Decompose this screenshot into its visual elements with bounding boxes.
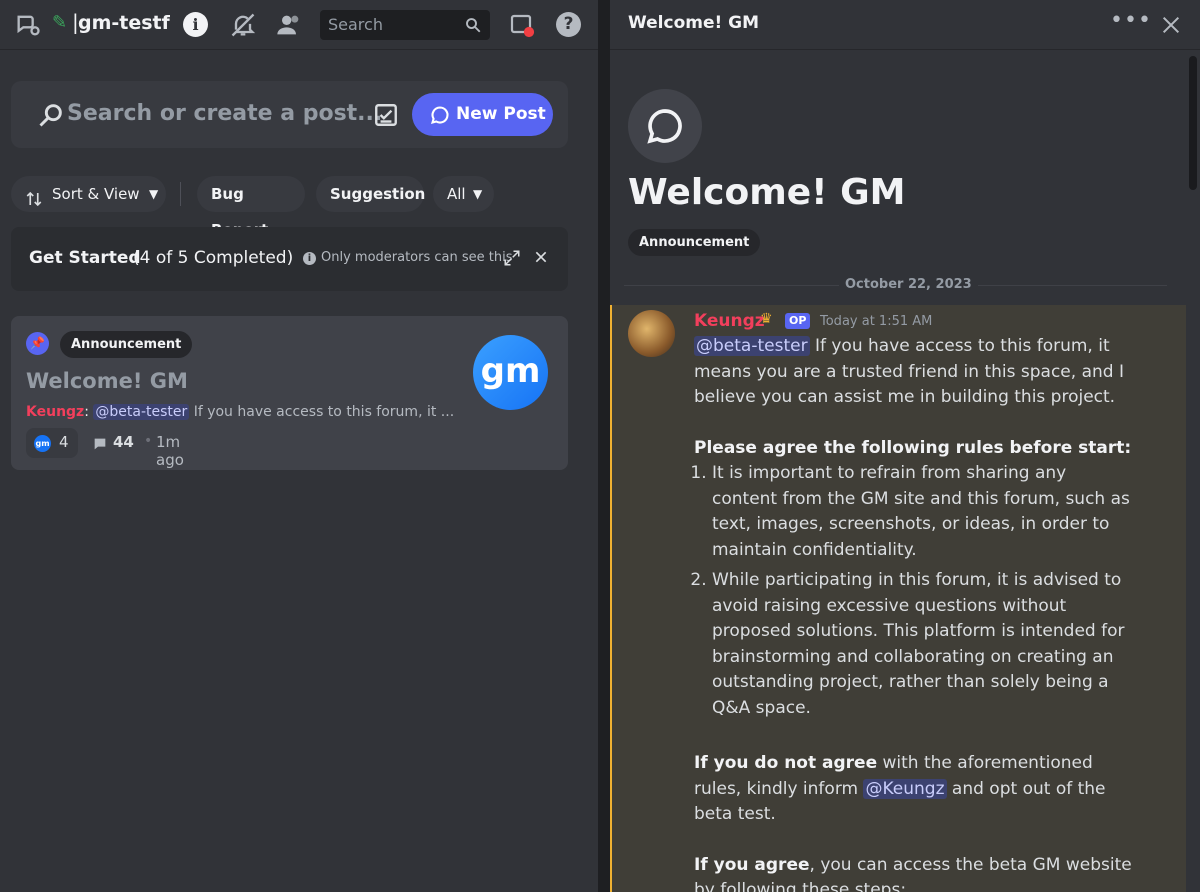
thread-icon [628, 89, 702, 163]
expand-icon[interactable] [503, 249, 521, 267]
channel-header: ✎ | gm-testfli i Search ? [0, 0, 598, 50]
get-started-banner[interactable]: Get Started (4 of 5 Completed) i Only mo… [11, 227, 568, 291]
stats-dot: • [144, 433, 153, 449]
tag-filter-bug-report[interactable]: Bug Report [197, 176, 305, 239]
sort-view-button[interactable]: Sort & View ▼ [11, 176, 166, 212]
post-tag: Announcement [60, 331, 193, 358]
close-icon[interactable] [1160, 14, 1182, 36]
rule-item: While participating in this forum, it is… [712, 568, 1134, 721]
forum-panel: ✎ | gm-testfli i Search ? Search or crea… [0, 0, 598, 892]
post-thumbnail: gm [473, 335, 548, 410]
inbox-icon[interactable] [508, 11, 536, 39]
thread-panel: Welcome! GM ••• Welcome! GM Announcement… [610, 0, 1200, 892]
post-mention: @beta-tester [93, 404, 190, 420]
rules-list: It is important to refrain from sharing … [694, 461, 1134, 721]
all-tags-label: All [447, 185, 466, 203]
chat-bubble-icon [430, 106, 449, 124]
rules-heading-line: Please agree the following rules before … [694, 436, 1134, 462]
op-badge: OP [785, 313, 811, 329]
reaction-count: 4 [59, 433, 69, 451]
mention-beta-tester[interactable]: @beta-tester [694, 336, 810, 356]
pencil-icon: ✎ [52, 12, 68, 33]
thread-title: Welcome! GM [628, 172, 906, 213]
sort-icon [25, 185, 43, 207]
get-started-title: Get Started [29, 248, 141, 268]
thread-header-title: Welcome! GM [628, 13, 760, 33]
pin-icon: 📌 [26, 332, 49, 355]
help-icon[interactable]: ? [556, 12, 581, 37]
mute-bell-icon[interactable] [229, 11, 257, 39]
chevron-down-icon: ▼ [473, 187, 483, 201]
message-intro: @beta-tester If you have access to this … [694, 334, 1134, 411]
thread-header: Welcome! GM ••• [610, 0, 1200, 50]
message: Keungz ♛ OP Today at 1:51 AM @beta-teste… [610, 305, 1186, 892]
message-content: @beta-tester If you have access to this … [694, 334, 1134, 892]
info-icon: i [303, 252, 316, 265]
thread-tag: Announcement [628, 229, 761, 256]
post-search-placeholder: Search or create a post... [67, 101, 383, 126]
search-icon [37, 101, 65, 129]
panel-resize-handle[interactable] [598, 0, 610, 892]
agree-paragraph: If you agree, you can access the beta GM… [694, 853, 1134, 892]
more-options-icon[interactable]: ••• [1110, 8, 1152, 33]
header-search-placeholder: Search [328, 15, 383, 34]
moderator-note: Only moderators can see this [321, 250, 513, 265]
channel-name: gm-testfli [78, 12, 170, 34]
gm-emoji-icon: gm [34, 435, 51, 452]
message-author[interactable]: Keungz [694, 311, 765, 331]
disagree-paragraph: If you do not agree with the aforementio… [694, 751, 1134, 828]
rule-item: It is important to refrain from sharing … [712, 461, 1134, 563]
close-icon[interactable] [533, 249, 549, 265]
sort-view-label: Sort & View [52, 185, 140, 203]
all-tags-dropdown[interactable]: All ▼ [433, 176, 494, 212]
rules-heading: Please agree the following rules before … [694, 437, 1132, 458]
members-icon[interactable] [275, 11, 303, 39]
post-search-input[interactable]: Search or create a post... New Post [11, 81, 568, 148]
date-divider-label: October 22, 2023 [839, 277, 978, 292]
new-post-button[interactable]: New Post [412, 93, 553, 136]
forum-post-card[interactable]: 📌 Announcement Welcome! GM Keungz: @beta… [11, 316, 568, 470]
post-preview: Keungz: @beta-tester If you have access … [26, 404, 466, 420]
author-colon: : [84, 404, 89, 420]
header-search-input[interactable]: Search [320, 10, 490, 40]
search-icon [464, 16, 482, 34]
forum-channel-icon [14, 11, 42, 39]
disagree-bold: If you do not agree [694, 753, 878, 773]
agree-bold: If you agree [694, 854, 810, 875]
avatar[interactable] [628, 310, 675, 357]
chevron-down-icon: ▼ [149, 187, 159, 201]
chat-bubble-icon [647, 109, 682, 144]
mention-keungz[interactable]: @Keungz [863, 778, 947, 799]
post-author: Keungz [26, 404, 85, 420]
message-timestamp: Today at 1:51 AM [820, 314, 933, 329]
info-icon[interactable]: i [183, 12, 208, 37]
reply-count: 44 [113, 433, 134, 451]
reaction-button[interactable]: gm 4 [26, 428, 78, 458]
message-icon [92, 436, 108, 452]
tag-filter-suggestion[interactable]: Suggestion [316, 176, 425, 212]
get-started-count: (4 of 5 Completed) [133, 248, 294, 268]
checklist-icon[interactable] [373, 102, 399, 128]
new-post-label: New Post [456, 104, 546, 124]
crown-icon: ♛ [760, 311, 773, 327]
filter-divider [180, 182, 181, 206]
post-title: Welcome! GM [26, 369, 188, 393]
post-preview-text: If you have access to this forum, it ... [193, 404, 455, 420]
post-time-ago: 1m ago [156, 433, 184, 469]
scrollbar-thumb[interactable] [1189, 56, 1197, 190]
